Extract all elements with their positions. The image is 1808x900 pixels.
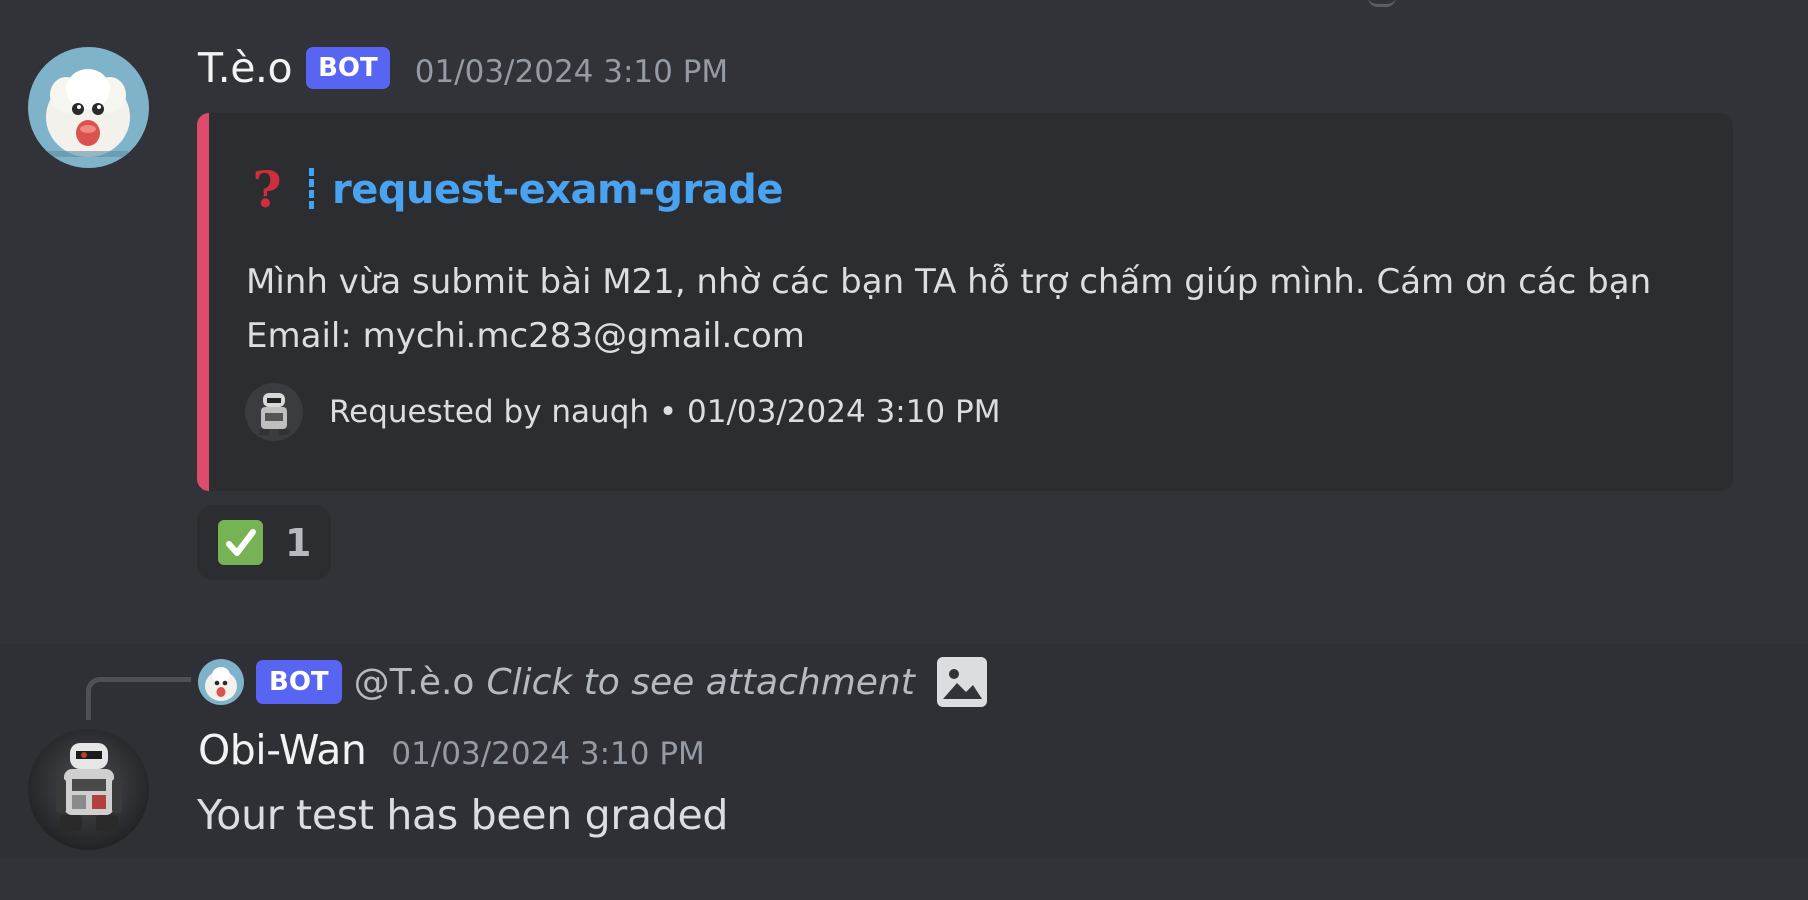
- image-icon: [936, 657, 987, 707]
- reply-avatar: [198, 659, 244, 705]
- reply-reference[interactable]: BOT @T.è.o Click to see attachment: [198, 656, 987, 708]
- reaction-check[interactable]: 1: [197, 505, 331, 580]
- embed-footer-text: Requested by nauqh • 01/03/2024 3:10 PM: [329, 394, 1001, 430]
- dotted-separator-icon: [309, 168, 314, 212]
- embed-title-row: ? request-exam-grade: [247, 165, 783, 215]
- embed-card: ? request-exam-grade Mình vừa submit bài…: [197, 113, 1733, 491]
- reply-preview[interactable]: Click to see attachment: [486, 662, 914, 703]
- scroll-artifact: [1368, 0, 1396, 7]
- embed-description-line: Email: mychi.mc283@gmail.com: [246, 316, 805, 356]
- reply-bot-badge: BOT: [256, 660, 342, 704]
- reply-mention[interactable]: @T.è.o: [354, 662, 475, 703]
- message-content: Your test has been graded: [197, 791, 729, 839]
- obi-wan-avatar[interactable]: [28, 729, 149, 850]
- teo-avatar[interactable]: [28, 47, 149, 168]
- chat-view: T.è.o BOT 01/03/2024 3:10 PM ? request-e…: [0, 0, 1808, 900]
- message-header: T.è.o BOT 01/03/2024 3:10 PM: [198, 44, 728, 104]
- question-icon: ?: [252, 160, 282, 219]
- message-timestamp[interactable]: 01/03/2024 3:10 PM: [415, 54, 728, 90]
- embed-description: Mình vừa submit bài M21, nhờ các bạn TA …: [246, 255, 1651, 363]
- message-header: Obi-Wan 01/03/2024 3:10 PM: [198, 726, 705, 786]
- check-mark-icon: [218, 520, 263, 565]
- embed-title[interactable]: request-exam-grade: [332, 167, 783, 213]
- reaction-count: 1: [285, 520, 312, 565]
- author-name[interactable]: T.è.o: [198, 44, 293, 92]
- embed-footer: Requested by nauqh • 01/03/2024 3:10 PM: [245, 383, 1000, 441]
- embed-description-line: Mình vừa submit bài M21, nhờ các bạn TA …: [246, 262, 1652, 302]
- embed-accent-bar: [197, 113, 209, 491]
- bot-badge: BOT: [306, 47, 390, 89]
- author-name[interactable]: Obi-Wan: [198, 726, 367, 774]
- requester-avatar: [245, 383, 303, 441]
- reply-spine: [86, 677, 191, 720]
- message-timestamp[interactable]: 01/03/2024 3:10 PM: [391, 736, 704, 772]
